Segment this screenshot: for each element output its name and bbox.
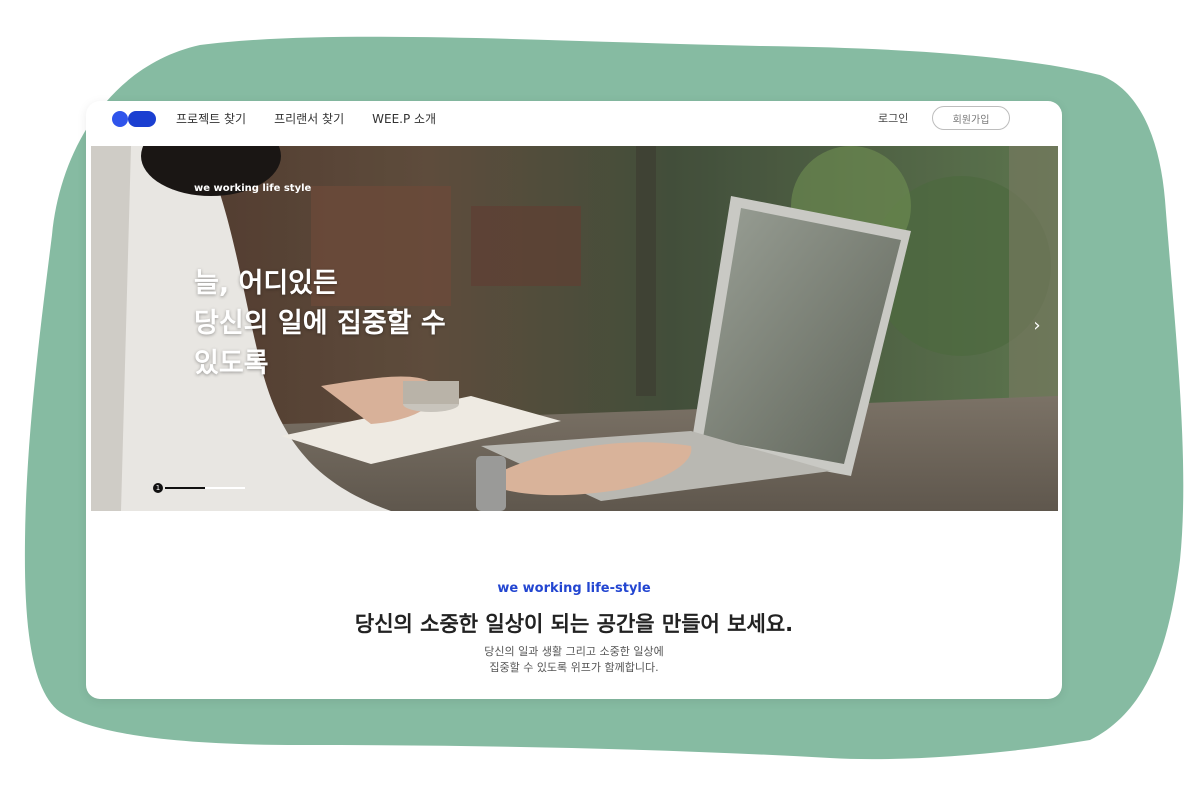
chevron-right-icon[interactable]: › — [1025, 314, 1049, 338]
logo[interactable] — [112, 111, 158, 127]
main-menu: 프로젝트 찾기 프리랜서 찾기 WEE.P 소개 — [176, 110, 436, 127]
hero-tagline: we working life style — [194, 183, 312, 194]
menu-find-freelancer[interactable]: 프리랜서 찾기 — [274, 110, 344, 127]
progress-bar-active — [165, 487, 205, 489]
hero-headline-line: 당신의 일에 집중할 수 — [194, 308, 446, 339]
logo-dot-icon — [112, 111, 128, 127]
hero-headline-line: 있도록 — [194, 348, 269, 379]
intro-description-line: 집중할 수 있도록 위프가 함께합니다. — [489, 661, 659, 674]
intro-title: 당신의 소중한 일상이 되는 공간을 만들어 보세요. — [354, 612, 794, 636]
slide-number-badge[interactable]: 1 — [153, 483, 163, 493]
login-link[interactable]: 로그인 — [878, 110, 908, 126]
intro-description: 당신의 일과 생활 그리고 소중한 일상에 집중할 수 있도록 위프가 함께합니… — [86, 644, 1062, 676]
hero-banner: we working life style 늘, 어디있든 당신의 일에 집중할… — [91, 146, 1058, 511]
intro-tagline: we working life-style — [497, 581, 651, 596]
website-card: 프로젝트 찾기 프리랜서 찾기 WEE.P 소개 로그인 회원가입 we wor… — [86, 101, 1062, 699]
intro-description-line: 당신의 일과 생활 그리고 소중한 일상에 — [484, 645, 664, 658]
hero-headline-line: 늘, 어디있든 — [194, 268, 338, 299]
signup-button[interactable]: 회원가입 — [932, 106, 1010, 130]
hero-headline: 늘, 어디있든 당신의 일에 집중할 수 있도록 — [194, 264, 446, 384]
menu-find-project[interactable]: 프로젝트 찾기 — [176, 110, 246, 127]
logo-pill-icon — [128, 111, 156, 127]
progress-bar-track — [205, 487, 245, 489]
slide-indicator: 1 — [153, 483, 253, 493]
top-nav: 프로젝트 찾기 프리랜서 찾기 WEE.P 소개 로그인 회원가입 — [86, 101, 1062, 145]
menu-about-weep[interactable]: WEE.P 소개 — [372, 110, 436, 127]
